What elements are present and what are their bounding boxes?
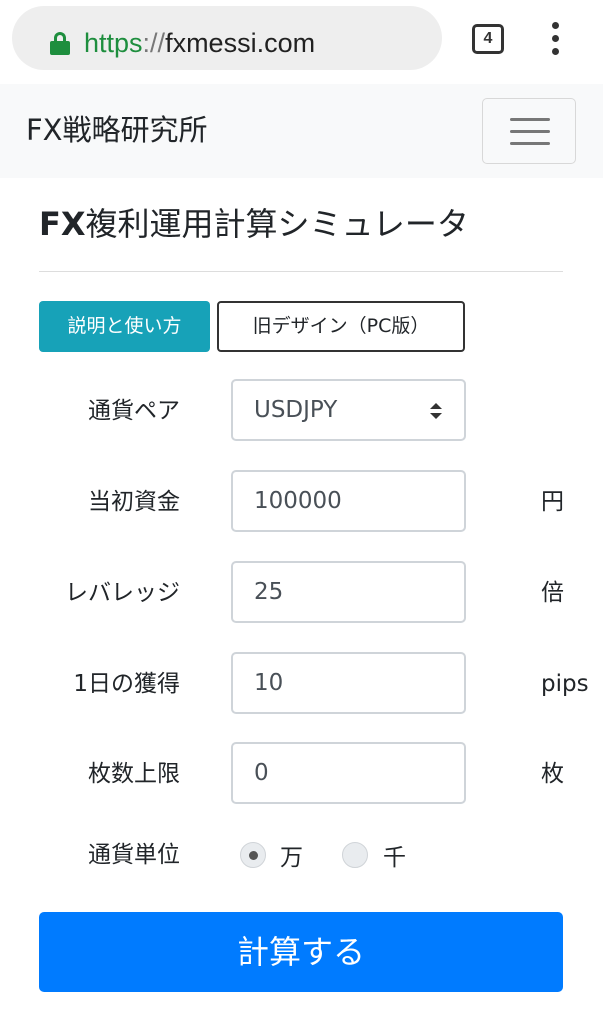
address-bar[interactable]: https://fxmessi.com [12,6,442,70]
select-arrows-icon [430,403,442,419]
unit-radio-man[interactable] [240,842,266,868]
unit-option-sen-label[interactable]: 千 [383,843,406,873]
page-title-rest: 複利運用計算シミュレータ [85,205,469,243]
tab-switcher-button[interactable]: 4 [472,24,504,54]
kebab-menu-icon[interactable] [544,22,568,56]
pair-select[interactable]: USDJPY [231,379,466,441]
calculate-button[interactable]: 計算する [39,912,563,992]
old-design-button[interactable]: 旧デザイン（PC版） [217,301,465,352]
url-scheme: https [84,28,143,58]
currency-unit-label: 通貨単位 [88,842,180,868]
page-title: FX複利運用計算シミュレータ [39,204,469,244]
daily-gain-unit: pips [541,671,589,697]
pair-select-value: USDJPY [254,397,338,423]
site-brand[interactable]: FX戦略研究所 [26,112,208,148]
daily-gain-label: 1日の獲得 [73,671,180,697]
leverage-unit: 倍 [541,580,564,606]
capital-unit: 円 [541,489,564,515]
leverage-input[interactable]: 25 [231,561,466,623]
browser-toolbar: https://fxmessi.com 4 [0,0,603,80]
pair-label: 通貨ペア [88,398,180,424]
navbar-toggle-button[interactable] [482,98,576,164]
unit-option-man-label[interactable]: 万 [280,843,303,873]
lot-limit-input[interactable]: 0 [231,742,466,804]
lock-icon [50,32,70,55]
unit-radio-sen[interactable] [342,842,368,868]
daily-gain-input[interactable]: 10 [231,652,466,714]
leverage-label: レバレッジ [65,580,180,606]
lot-limit-label: 枚数上限 [88,761,180,787]
hamburger-icon [510,118,550,121]
capital-label: 当初資金 [88,489,180,515]
guide-button[interactable]: 説明と使い方 [39,301,210,352]
page-title-prefix: FX [39,205,86,243]
site-navbar: FX戦略研究所 [0,84,603,178]
lot-limit-unit: 枚 [541,761,564,787]
url-text[interactable]: https://fxmessi.com [84,27,315,59]
url-host: fxmessi.com [165,28,316,58]
url-separator: :// [142,28,166,58]
capital-input[interactable]: 100000 [231,470,466,532]
title-divider [39,271,563,272]
